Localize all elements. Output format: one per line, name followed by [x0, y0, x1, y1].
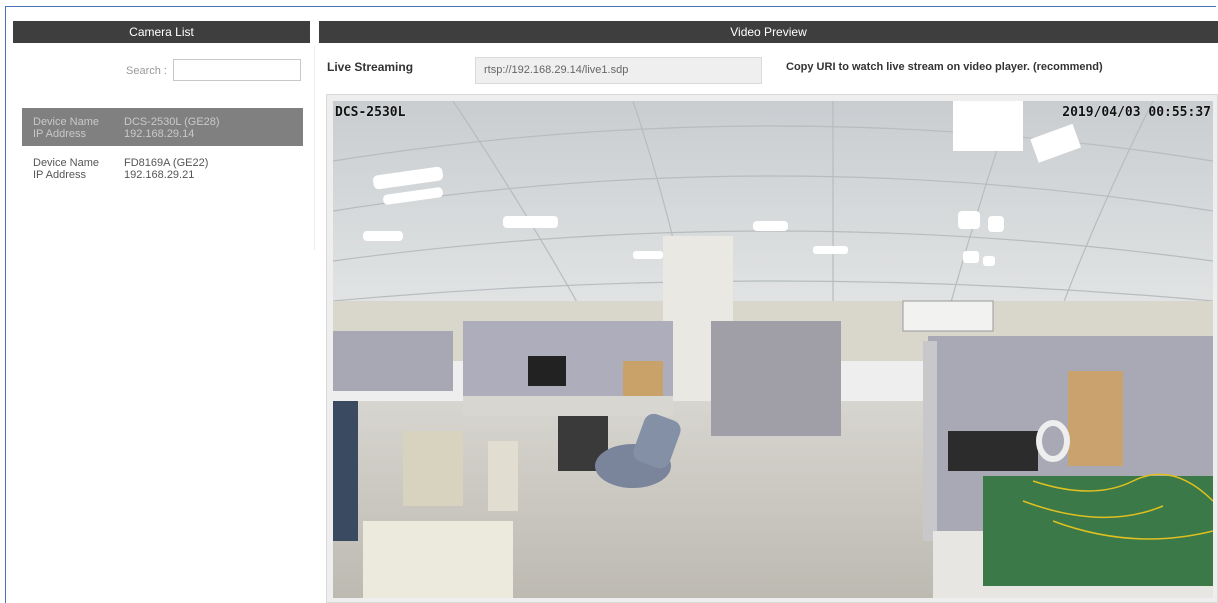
osd-camera-name: DCS-2530L — [335, 105, 406, 120]
video-player[interactable]: DCS-2530L 2019/04/03 00:55:37 — [326, 94, 1218, 603]
ip-address-label: IP Address — [33, 128, 86, 140]
camera-list-header: Camera List — [13, 21, 310, 43]
ip-address-value: 192.168.29.14 — [124, 128, 195, 140]
ip-address-value: 192.168.29.21 — [124, 169, 195, 181]
device-item-dcs-2530l[interactable]: Device Name DCS-2530L (GE28) IP Address 19… — [22, 108, 303, 146]
search-input[interactable] — [173, 59, 301, 81]
stream-uri-field[interactable]: rtsp://192.168.29.14/live1.sdp — [475, 57, 762, 84]
device-name-label: Device Name — [33, 116, 100, 128]
copy-uri-hint: Copy URI to watch live stream on video p… — [786, 61, 1103, 73]
device-name-value: FD8169A (GE22) — [124, 157, 209, 169]
video-preview-header: Video Preview — [319, 21, 1218, 43]
ip-address-label: IP Address — [33, 169, 86, 181]
camera-feed-image — [333, 101, 1213, 598]
device-item-fd8169a[interactable]: Device Name FD8169A (GE22) IP Address 192.… — [22, 149, 303, 187]
device-name-label: Device Name — [33, 157, 100, 169]
live-streaming-label: Live Streaming — [327, 60, 414, 74]
panel-divider — [314, 45, 315, 250]
device-name-value: DCS-2530L (GE28) — [124, 116, 220, 128]
search-label: Search : — [126, 65, 167, 77]
osd-timestamp: 2019/04/03 00:55:37 — [1062, 105, 1211, 120]
